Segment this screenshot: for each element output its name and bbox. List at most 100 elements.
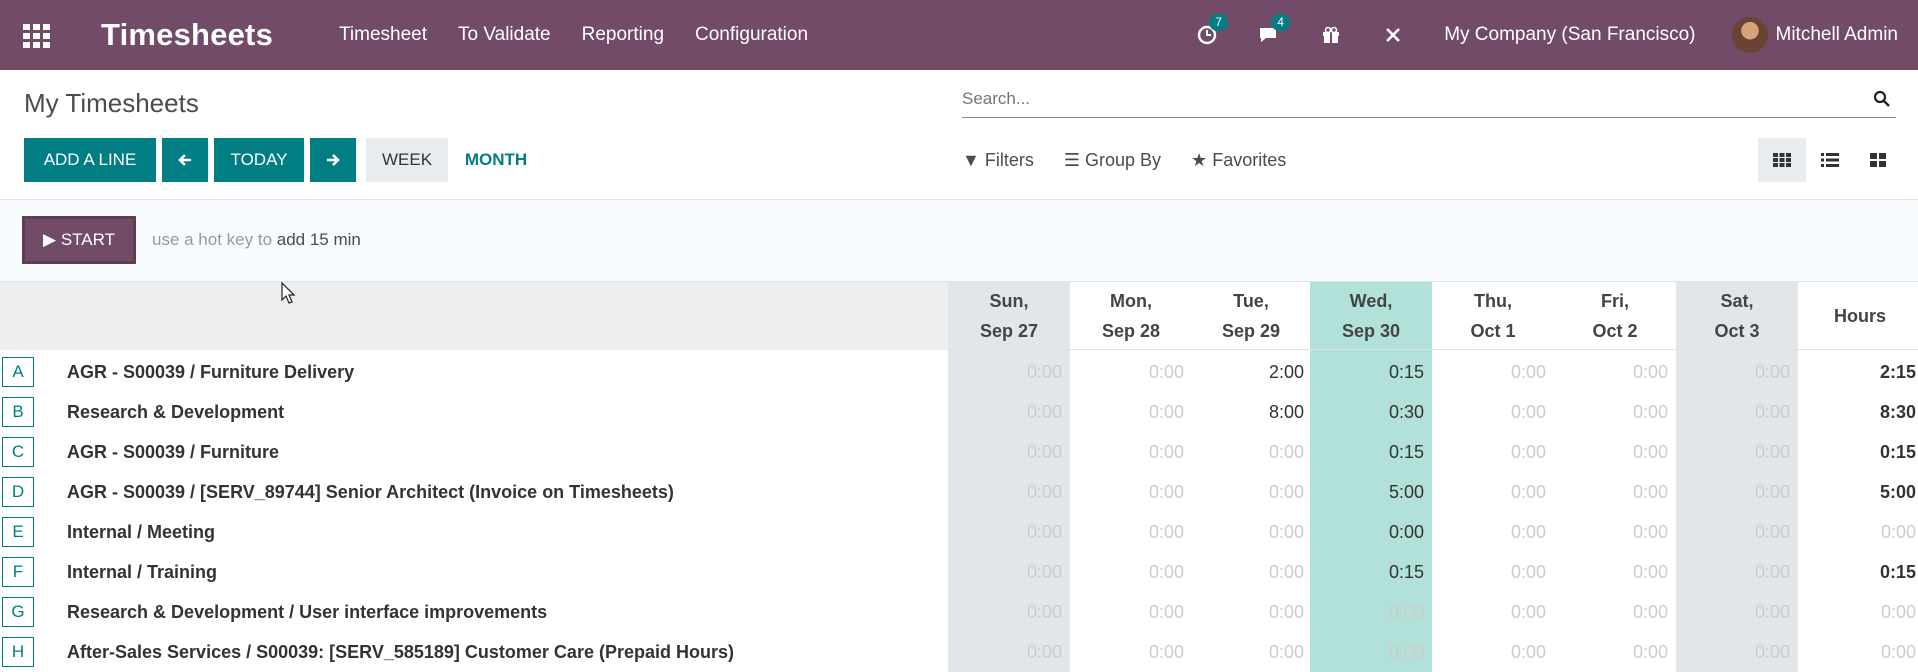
week-range-button[interactable]: WEEK: [366, 138, 448, 182]
time-cell[interactable]: 0:00: [1554, 632, 1676, 672]
time-cell[interactable]: 0:15: [1310, 432, 1432, 472]
row-hotkey-badge[interactable]: D: [2, 477, 34, 507]
time-cell[interactable]: 0:30: [1310, 392, 1432, 432]
time-cell[interactable]: 0:00: [1676, 632, 1798, 672]
time-cell[interactable]: 0:00: [1554, 552, 1676, 592]
time-cell[interactable]: 0:15: [1310, 352, 1432, 392]
start-timer-button[interactable]: ▶ START: [22, 216, 136, 264]
time-cell[interactable]: 0:00: [948, 592, 1070, 632]
time-cell[interactable]: 0:00: [1432, 552, 1554, 592]
activity-clock-icon[interactable]: 7: [1196, 14, 1228, 46]
next-week-button[interactable]: [310, 138, 356, 182]
time-cell[interactable]: 0:00: [1432, 392, 1554, 432]
apps-menu-icon[interactable]: [23, 24, 53, 48]
menu-reporting[interactable]: Reporting: [582, 24, 664, 46]
time-cell[interactable]: 0:00: [1432, 632, 1554, 672]
time-cell[interactable]: 0:00: [1554, 592, 1676, 632]
time-cell[interactable]: 0:00: [948, 352, 1070, 392]
list-view-icon[interactable]: [1806, 138, 1854, 182]
time-cell[interactable]: 0:00: [1432, 472, 1554, 512]
time-cell[interactable]: 0:00: [1310, 632, 1432, 672]
time-cell[interactable]: 0:00: [948, 472, 1070, 512]
table-row: C AGR - S00039 / Furniture 0:00 0:00 0:00 0:1…: [0, 432, 1918, 472]
time-cell[interactable]: 0:00: [948, 512, 1070, 552]
time-cell[interactable]: 0:00: [1676, 432, 1798, 472]
time-cell[interactable]: 0:00: [1190, 632, 1312, 672]
time-cell[interactable]: 0:00: [1070, 432, 1192, 472]
row-label: Internal / Training: [67, 562, 218, 582]
time-cell[interactable]: 0:00: [1070, 632, 1192, 672]
time-cell[interactable]: 0:00: [1676, 392, 1798, 432]
header-label-area: [0, 282, 948, 350]
row-hotkey-badge[interactable]: H: [2, 637, 34, 667]
time-cell[interactable]: 0:00: [1070, 472, 1192, 512]
time-cell[interactable]: 0:00: [1190, 472, 1312, 512]
gift-icon[interactable]: [1320, 24, 1342, 46]
time-cell[interactable]: 0:00: [1190, 512, 1312, 552]
time-cell[interactable]: 0:00: [1070, 352, 1192, 392]
time-cell[interactable]: 0:00: [1190, 592, 1312, 632]
row-hotkey-badge[interactable]: G: [2, 597, 34, 627]
time-cell[interactable]: 0:00: [1070, 592, 1192, 632]
row-hotkey-badge[interactable]: A: [2, 357, 34, 387]
app-title[interactable]: Timesheets: [101, 17, 273, 53]
menu-configuration[interactable]: Configuration: [695, 24, 808, 46]
time-cell[interactable]: 0:00: [1676, 512, 1798, 552]
time-cell[interactable]: 0:00: [1554, 472, 1676, 512]
previous-week-button[interactable]: [162, 138, 208, 182]
add-line-button[interactable]: ADD A LINE: [24, 138, 156, 182]
time-cell[interactable]: 2:00: [1190, 352, 1312, 392]
timer-bar: ▶ START use a hot key to add 15 min: [0, 200, 1918, 282]
time-cell[interactable]: 0:00: [1432, 592, 1554, 632]
group-by-dropdown[interactable]: ☰ Group By: [1064, 150, 1161, 171]
time-cell[interactable]: 0:00: [1190, 432, 1312, 472]
today-button[interactable]: TODAY: [214, 138, 304, 182]
debug-tools-icon[interactable]: [1382, 24, 1404, 46]
time-cell[interactable]: 0:15: [1310, 552, 1432, 592]
favorites-dropdown[interactable]: ★ Favorites: [1191, 150, 1286, 171]
time-cell[interactable]: 0:00: [1432, 432, 1554, 472]
time-cell[interactable]: 0:00: [948, 632, 1070, 672]
day-header: Fri, Oct 2: [1592, 291, 1638, 341]
messages-chat-icon[interactable]: 4: [1258, 14, 1290, 46]
row-total-hours: 0:00: [1880, 522, 1916, 542]
time-cell[interactable]: 0:00: [1676, 472, 1798, 512]
time-cell[interactable]: 0:00: [1310, 512, 1432, 552]
time-cell[interactable]: 0:00: [1676, 552, 1798, 592]
row-hotkey-badge[interactable]: E: [2, 517, 34, 547]
time-cell[interactable]: 0:00: [1554, 352, 1676, 392]
time-cell[interactable]: 0:00: [1070, 552, 1192, 592]
time-cell[interactable]: 0:00: [1070, 392, 1192, 432]
time-cell[interactable]: 8:00: [1190, 392, 1312, 432]
time-cell[interactable]: 0:00: [1310, 592, 1432, 632]
navbar-systray: 7 4 My Company (San Francisco) Mitchell …: [1196, 14, 1918, 53]
month-range-button[interactable]: MONTH: [456, 138, 536, 182]
menu-to-validate[interactable]: To Validate: [458, 24, 551, 46]
search-icon[interactable]: [1873, 90, 1890, 112]
grid-view-icon[interactable]: [1758, 138, 1806, 182]
time-cell[interactable]: 0:00: [1432, 352, 1554, 392]
time-cell[interactable]: 0:00: [1070, 512, 1192, 552]
time-cell[interactable]: 0:00: [948, 552, 1070, 592]
time-cell[interactable]: 0:00: [1554, 512, 1676, 552]
time-cell[interactable]: 0:00: [1676, 592, 1798, 632]
time-cell[interactable]: 0:00: [1432, 512, 1554, 552]
row-total-hours: 0:15: [1879, 442, 1916, 462]
time-cell[interactable]: 0:00: [1554, 392, 1676, 432]
user-avatar[interactable]: [1731, 17, 1768, 53]
search-input[interactable]: [962, 84, 1842, 114]
time-cell[interactable]: 0:00: [948, 392, 1070, 432]
filters-dropdown[interactable]: ▼ Filters: [962, 150, 1034, 171]
time-cell[interactable]: 0:00: [1554, 432, 1676, 472]
time-cell[interactable]: 5:00: [1310, 472, 1432, 512]
time-cell[interactable]: 0:00: [1676, 352, 1798, 392]
row-hotkey-badge[interactable]: B: [2, 397, 34, 427]
row-hotkey-badge[interactable]: F: [2, 557, 34, 587]
menu-timesheet[interactable]: Timesheet: [339, 24, 427, 46]
time-cell[interactable]: 0:00: [948, 432, 1070, 472]
kanban-view-icon[interactable]: [1854, 138, 1902, 182]
time-cell[interactable]: 0:00: [1190, 552, 1312, 592]
user-menu[interactable]: Mitchell Admin: [1776, 24, 1899, 46]
company-switcher[interactable]: My Company (San Francisco): [1444, 24, 1695, 46]
row-hotkey-badge[interactable]: C: [2, 437, 34, 467]
